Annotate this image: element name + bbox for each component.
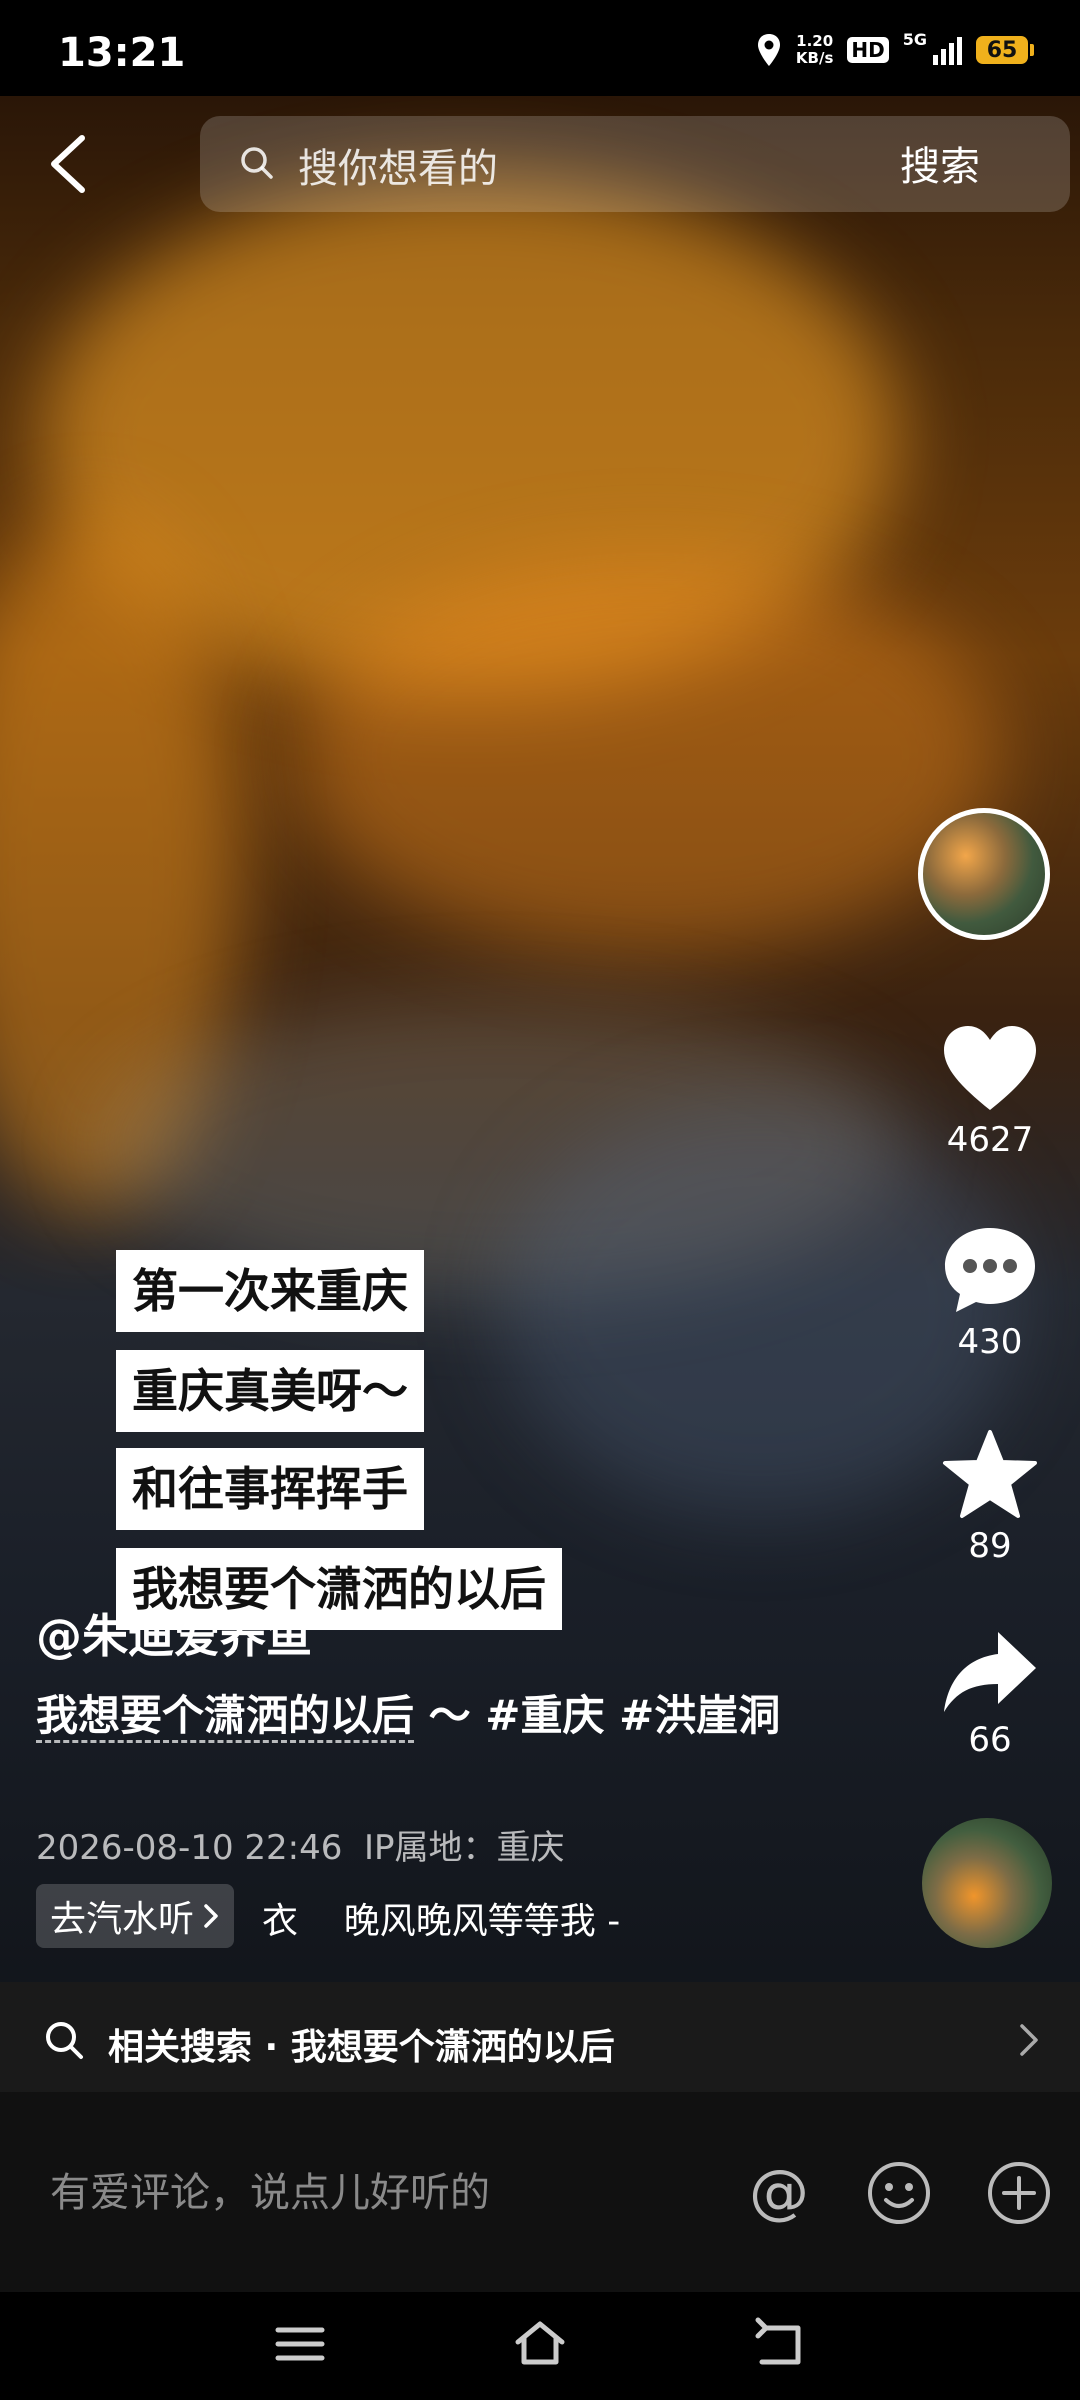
emoji-icon[interactable] xyxy=(866,2160,932,2226)
network-type: 5G xyxy=(902,30,927,49)
author-avatar[interactable] xyxy=(918,808,1050,940)
chevron-right-icon xyxy=(204,1904,218,1928)
post-description: 我想要个潇洒的以后 ～ #重庆 #洪崖洞 xyxy=(36,1686,796,1746)
signal-icon xyxy=(933,35,962,65)
post-title-link[interactable]: 我想要个潇洒的以后 xyxy=(36,1691,415,1743)
caption-line-3: 和往事挥挥手 xyxy=(116,1448,424,1530)
search-icon xyxy=(241,147,273,179)
post-meta: 2026-08-10 22:46 IP属地：重庆 xyxy=(36,1820,565,1869)
battery-level: 65 xyxy=(986,37,1018,63)
search-icon xyxy=(46,2022,83,2059)
ip-location: IP属地：重庆 xyxy=(364,1828,565,1868)
share-count: 66 xyxy=(968,1720,1012,1760)
location-icon xyxy=(757,34,780,66)
back-arrow-icon[interactable] xyxy=(40,132,100,196)
heart-icon xyxy=(944,1026,1036,1110)
star-icon xyxy=(943,1430,1037,1518)
status-bar: 13:21 1.20 KB/s HD 5G 65 xyxy=(0,0,1080,96)
post-hashtags[interactable]: ～ #重庆 #洪崖洞 xyxy=(414,1691,781,1740)
favorite-button[interactable]: 89 xyxy=(910,1428,1070,1566)
battery-icon: 65 xyxy=(976,36,1034,64)
chevron-right-icon xyxy=(1020,2024,1038,2056)
caption-line-1: 第一次来重庆 xyxy=(116,1250,424,1332)
status-time: 13:21 xyxy=(58,30,186,76)
related-search-text[interactable]: 相关搜索 · 我想要个潇洒的以后 xyxy=(108,2018,615,2070)
author-name[interactable]: @朱迪爱养鱼 xyxy=(36,1600,312,1666)
hd-badge: HD xyxy=(847,37,889,63)
music-title-marquee: 衣 晚风晚风等等我 - xyxy=(262,1901,621,1942)
back-icon[interactable] xyxy=(752,2316,808,2372)
status-icons: 1.20 KB/s HD 5G 65 xyxy=(756,30,1034,70)
comment-input[interactable]: 有爱评论，说点儿好听的 xyxy=(50,2160,490,2218)
share-arrow-icon xyxy=(944,1632,1036,1712)
favorite-count: 89 xyxy=(968,1526,1012,1566)
music-disc-avatar[interactable] xyxy=(922,1818,1052,1948)
svg-text:@: @ xyxy=(749,2160,809,2226)
comment-button[interactable]: 430 xyxy=(910,1224,1070,1362)
network-speed-unit: KB/s xyxy=(795,49,834,67)
post-datetime: 2026-08-10 22:46 xyxy=(36,1828,343,1868)
like-button[interactable]: 4627 xyxy=(910,1022,1070,1160)
caption-line-2: 重庆真美呀～ xyxy=(116,1350,424,1432)
share-button[interactable]: 66 xyxy=(910,1628,1070,1760)
search-button[interactable]: 搜索 xyxy=(900,134,980,192)
like-count: 4627 xyxy=(946,1120,1034,1160)
at-icon[interactable]: @ xyxy=(746,2160,812,2226)
network-speed: 1.20 KB/s xyxy=(796,33,833,67)
menu-icon[interactable] xyxy=(272,2316,328,2372)
plus-circle-icon[interactable] xyxy=(986,2160,1052,2226)
comment-count: 430 xyxy=(957,1322,1023,1362)
top-search-bar: 搜你想看的 搜索 xyxy=(40,112,1070,216)
music-chip-label: 去汽水听 xyxy=(50,1899,195,1940)
comment-bubble-icon xyxy=(945,1228,1035,1312)
network-speed-value: 1.20 xyxy=(796,32,834,50)
home-icon[interactable] xyxy=(512,2316,568,2372)
music-chip-button[interactable]: 去汽水听 xyxy=(36,1884,235,1948)
search-placeholder: 搜你想看的 xyxy=(298,146,498,192)
